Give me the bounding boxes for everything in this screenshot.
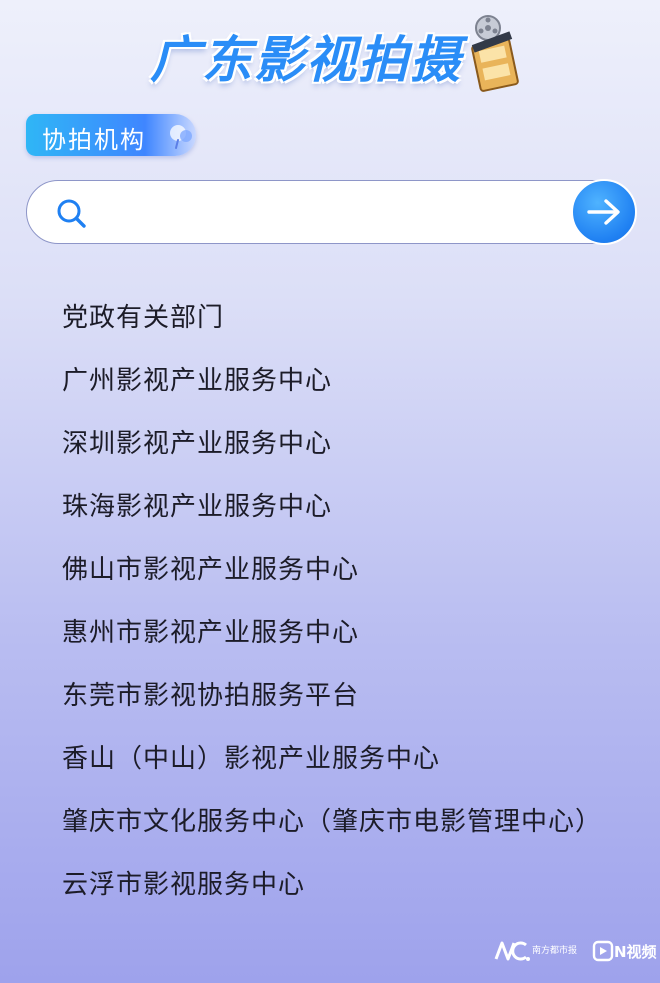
organization-list: 党政有关部门 广州影视产业服务中心 深圳影视产业服务中心 珠海影视产业服务中心 … [62,300,602,904]
organization-item[interactable]: 党政有关部门 [62,300,602,337]
nandu-logo-icon [494,941,530,961]
watermark-text: 南方都市报 [532,946,578,956]
organization-item[interactable]: 深圳影视产业服务中心 [62,426,602,463]
section-tag: 协拍机构 [26,114,196,156]
section-tag-label: 协拍机构 [42,126,146,154]
header: 广东影视拍摄 [0,0,660,100]
organization-item[interactable]: 肇庆市文化服务中心（肇庆市电影管理中心） [62,804,602,841]
organization-item[interactable]: 惠州市影视产业服务中心 [62,615,602,652]
watermark: 南方都市报 N视频 [494,937,657,967]
organization-item[interactable]: 香山（中山）影视产业服务中心 [62,741,602,778]
film-reel-clapper-icon [471,15,519,92]
organization-item[interactable]: 珠海影视产业服务中心 [62,489,602,526]
search-submit-button[interactable] [571,179,637,245]
app-title: 广东影视拍摄 [150,31,462,89]
organization-item[interactable]: 佛山市影视产业服务中心 [62,552,602,589]
decorative-dots-icon [170,125,192,149]
search-bar [26,179,637,245]
organization-item[interactable]: 东莞市影视协拍服务平台 [62,678,602,715]
organization-item[interactable]: 云浮市影视服务中心 [62,867,602,904]
n-video-logo-icon [592,940,614,962]
watermark-text: N视频 [614,943,657,961]
search-input[interactable] [105,191,569,237]
organization-item[interactable]: 广州影视产业服务中心 [62,363,602,400]
search-icon [57,199,86,228]
arrow-right-icon [587,199,620,225]
